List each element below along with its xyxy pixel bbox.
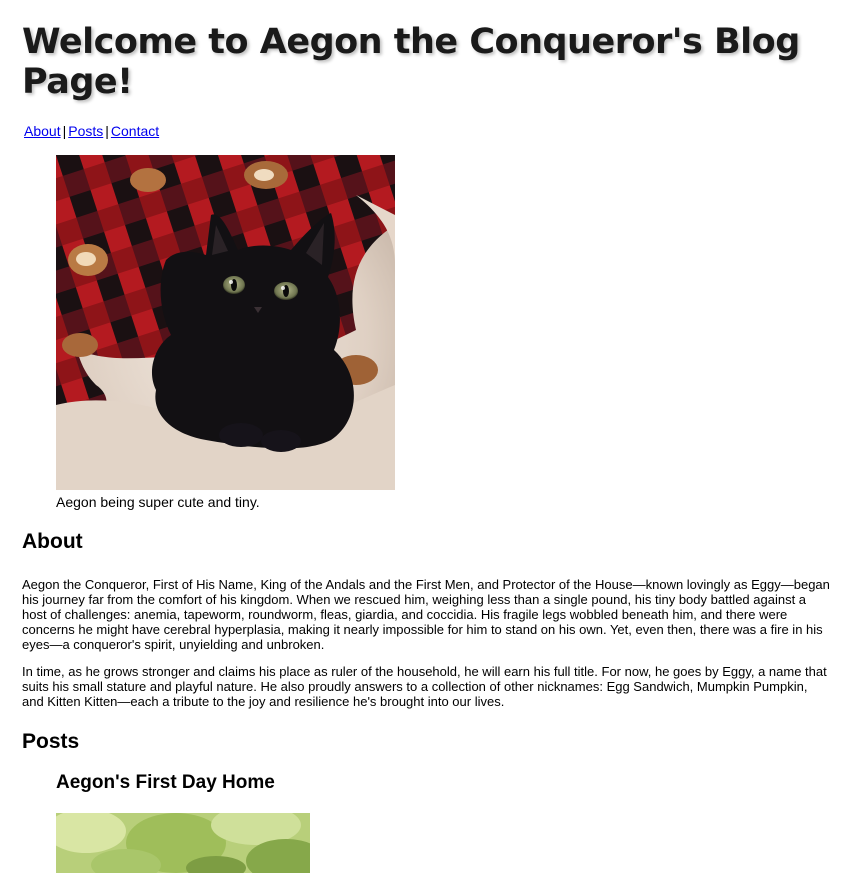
nav-separator: | <box>62 123 67 139</box>
post-item: Aegon's First Day Home <box>56 772 830 873</box>
about-heading: About <box>22 530 83 553</box>
main-nav: About | Posts | Contact <box>22 123 830 139</box>
posts-heading: Posts <box>22 730 80 753</box>
page-title: Welcome to Aegon the Conqueror's Blog Pa… <box>22 22 800 102</box>
post-photo <box>56 813 310 873</box>
posts-section: Posts Aegon's First Day Home <box>22 730 830 873</box>
about-paragraph: In time, as he grows stronger and claims… <box>22 664 827 709</box>
post-title: Aegon's First Day Home <box>56 772 275 793</box>
nav-link-posts[interactable]: Posts <box>68 123 103 139</box>
hero-figure: Aegon being super cute and tiny. <box>56 155 830 510</box>
blog-page: Welcome to Aegon the Conqueror's Blog Pa… <box>0 0 852 873</box>
nav-link-about[interactable]: About <box>24 123 61 139</box>
nav-link-contact[interactable]: Contact <box>111 123 159 139</box>
kitten-photo <box>56 155 395 490</box>
hero-caption: Aegon being super cute and tiny. <box>56 494 260 510</box>
nav-separator: | <box>105 123 109 139</box>
about-section: About Aegon the Conqueror, First of His … <box>22 530 830 709</box>
about-paragraph: Aegon the Conqueror, First of His Name, … <box>22 577 830 652</box>
